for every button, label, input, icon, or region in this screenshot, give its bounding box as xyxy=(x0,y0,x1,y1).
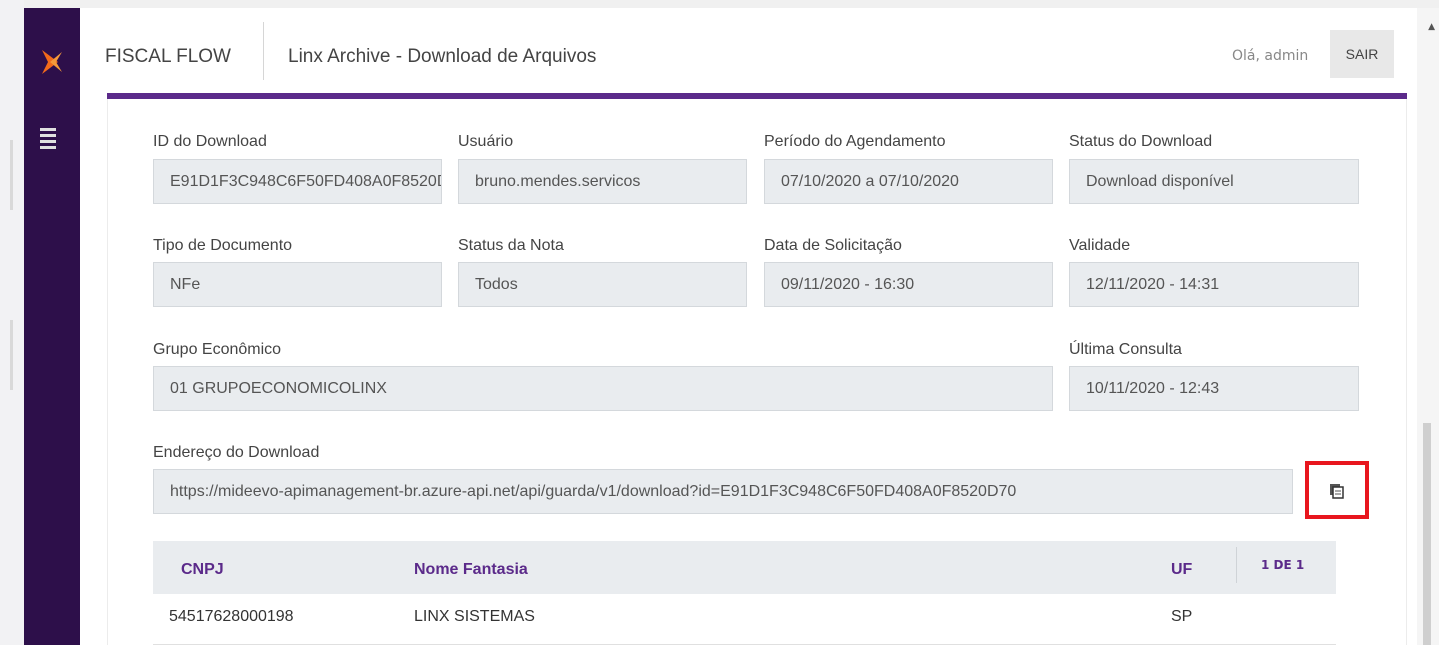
background-top xyxy=(0,0,1439,8)
page-scrollbar[interactable]: ▲ xyxy=(1417,8,1439,645)
schedule-period-field[interactable]: 07/10/2020 a 07/10/2020 xyxy=(764,159,1053,204)
document-type-label: Tipo de Documento xyxy=(153,237,293,254)
copy-url-button[interactable] xyxy=(1305,461,1369,519)
download-id-label: ID do Download xyxy=(153,133,267,150)
download-id-field[interactable]: E91D1F3C948C6F50FD408A0F8520D70 xyxy=(153,159,442,204)
scroll-up-icon[interactable]: ▲ xyxy=(1428,22,1435,32)
last-query-label: Última Consulta xyxy=(1069,341,1182,358)
copy-icon xyxy=(1330,484,1344,499)
scrollbar-thumb[interactable] xyxy=(1423,423,1431,645)
download-details-panel: ID do Download E91D1F3C948C6F50FD408A0F8… xyxy=(107,99,1407,645)
download-status-label: Status do Download xyxy=(1069,133,1213,150)
pager-divider xyxy=(1236,547,1237,583)
header: FISCAL FLOW Linx Archive - Download de A… xyxy=(80,8,1417,94)
last-query-field[interactable]: 10/11/2020 - 12:43 xyxy=(1069,366,1359,411)
validity-field[interactable]: 12/11/2020 - 14:31 xyxy=(1069,262,1359,307)
schedule-period-label: Período do Agendamento xyxy=(764,133,946,150)
user-greeting: Olá, admin xyxy=(1232,48,1309,64)
table-header: CNPJ Nome Fantasia UF 1 DE 1 xyxy=(153,541,1336,594)
background-divider xyxy=(10,320,13,390)
request-date-label: Data de Solicitação xyxy=(764,237,902,254)
invoice-status-label: Status da Nota xyxy=(458,237,564,254)
cell-uf: SP xyxy=(1171,608,1193,625)
economic-group-field[interactable]: 01 GRUPOECONOMICOLINX xyxy=(153,366,1053,411)
sidebar xyxy=(24,8,80,645)
table-row[interactable]: 54517628000198 LINX SISTEMAS SP xyxy=(153,594,1336,645)
economic-group-label: Grupo Econômico xyxy=(153,341,282,358)
request-date-field[interactable]: 09/11/2020 - 16:30 xyxy=(764,262,1053,307)
download-url-label: Endereço do Download xyxy=(153,444,320,461)
menu-icon[interactable] xyxy=(40,128,64,154)
document-type-field[interactable]: NFe xyxy=(153,262,442,307)
background-divider xyxy=(10,140,13,210)
companies-table: CNPJ Nome Fantasia UF 1 DE 1 54517628000… xyxy=(153,541,1336,645)
linx-logo-icon[interactable] xyxy=(38,48,66,76)
page-title: Linx Archive - Download de Arquivos xyxy=(288,46,597,67)
pagination-indicator: 1 DE 1 xyxy=(1261,558,1305,572)
background-page-left xyxy=(0,0,24,645)
user-label: Usuário xyxy=(458,133,514,150)
download-status-field[interactable]: Download disponível xyxy=(1069,159,1359,204)
brand-name: FISCAL FLOW xyxy=(105,46,231,67)
download-url-field[interactable]: https://mideevo-apimanagement-br.azure-a… xyxy=(153,469,1293,514)
column-header-cnpj[interactable]: CNPJ xyxy=(181,561,224,579)
cell-cnpj: 54517628000198 xyxy=(169,608,294,625)
validity-label: Validade xyxy=(1069,237,1131,254)
user-field[interactable]: bruno.mendes.servicos xyxy=(458,159,747,204)
header-divider xyxy=(263,22,264,80)
column-header-name[interactable]: Nome Fantasia xyxy=(414,561,528,579)
column-header-uf[interactable]: UF xyxy=(1171,561,1192,579)
logout-button[interactable]: SAIR xyxy=(1330,30,1394,78)
cell-name: LINX SISTEMAS xyxy=(414,608,535,625)
invoice-status-field[interactable]: Todos xyxy=(458,262,747,307)
